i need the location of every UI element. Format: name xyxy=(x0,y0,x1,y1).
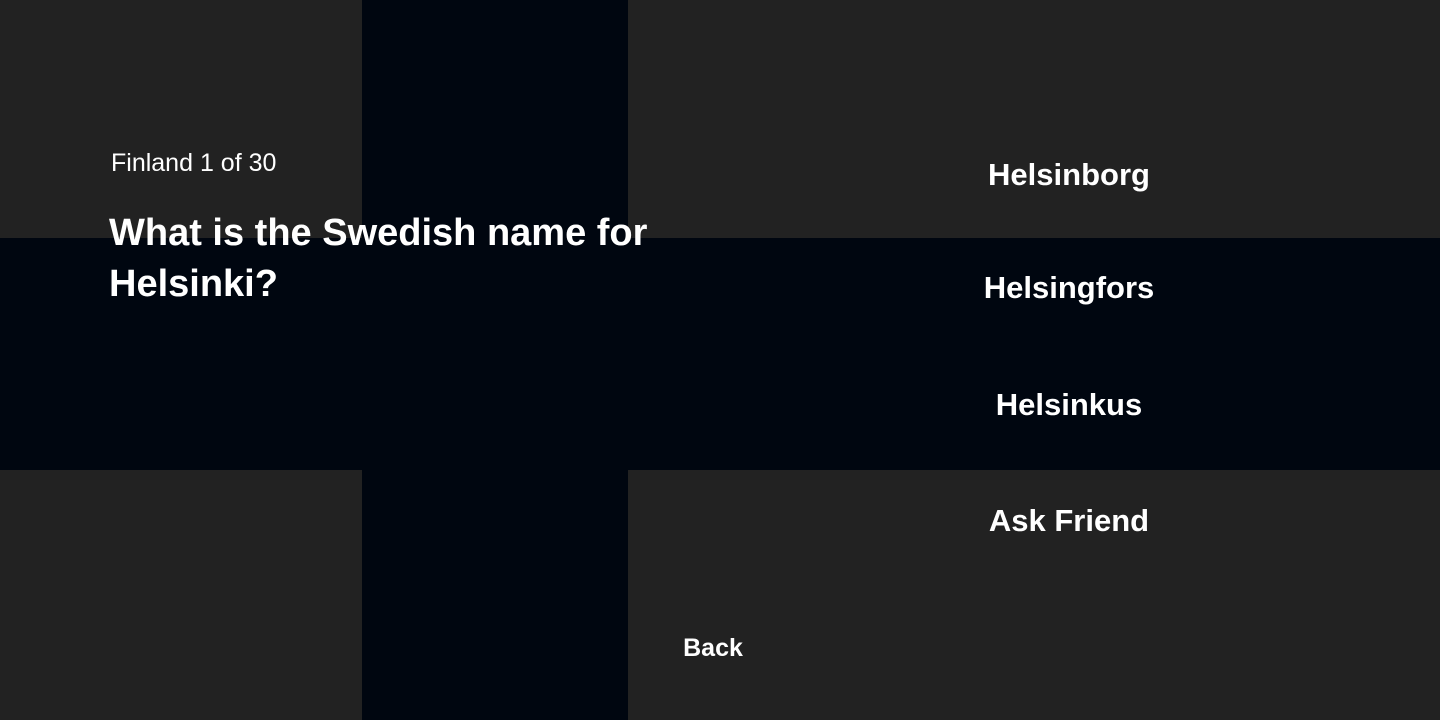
answer-button-2[interactable]: Helsingfors xyxy=(910,258,1228,318)
ask-friend-button[interactable]: Ask Friend xyxy=(910,491,1228,551)
question-text: What is the Swedish name for Helsinki? xyxy=(109,212,648,305)
back-button[interactable]: Back xyxy=(672,626,754,670)
answer-button-1[interactable]: Helsinborg xyxy=(910,145,1228,205)
quiz-screen: Finland 1 of 30 What is the Swedish name… xyxy=(0,0,1440,720)
answer-button-3[interactable]: Helsinkus xyxy=(910,375,1228,435)
question-progress: Finland 1 of 30 xyxy=(111,149,277,177)
